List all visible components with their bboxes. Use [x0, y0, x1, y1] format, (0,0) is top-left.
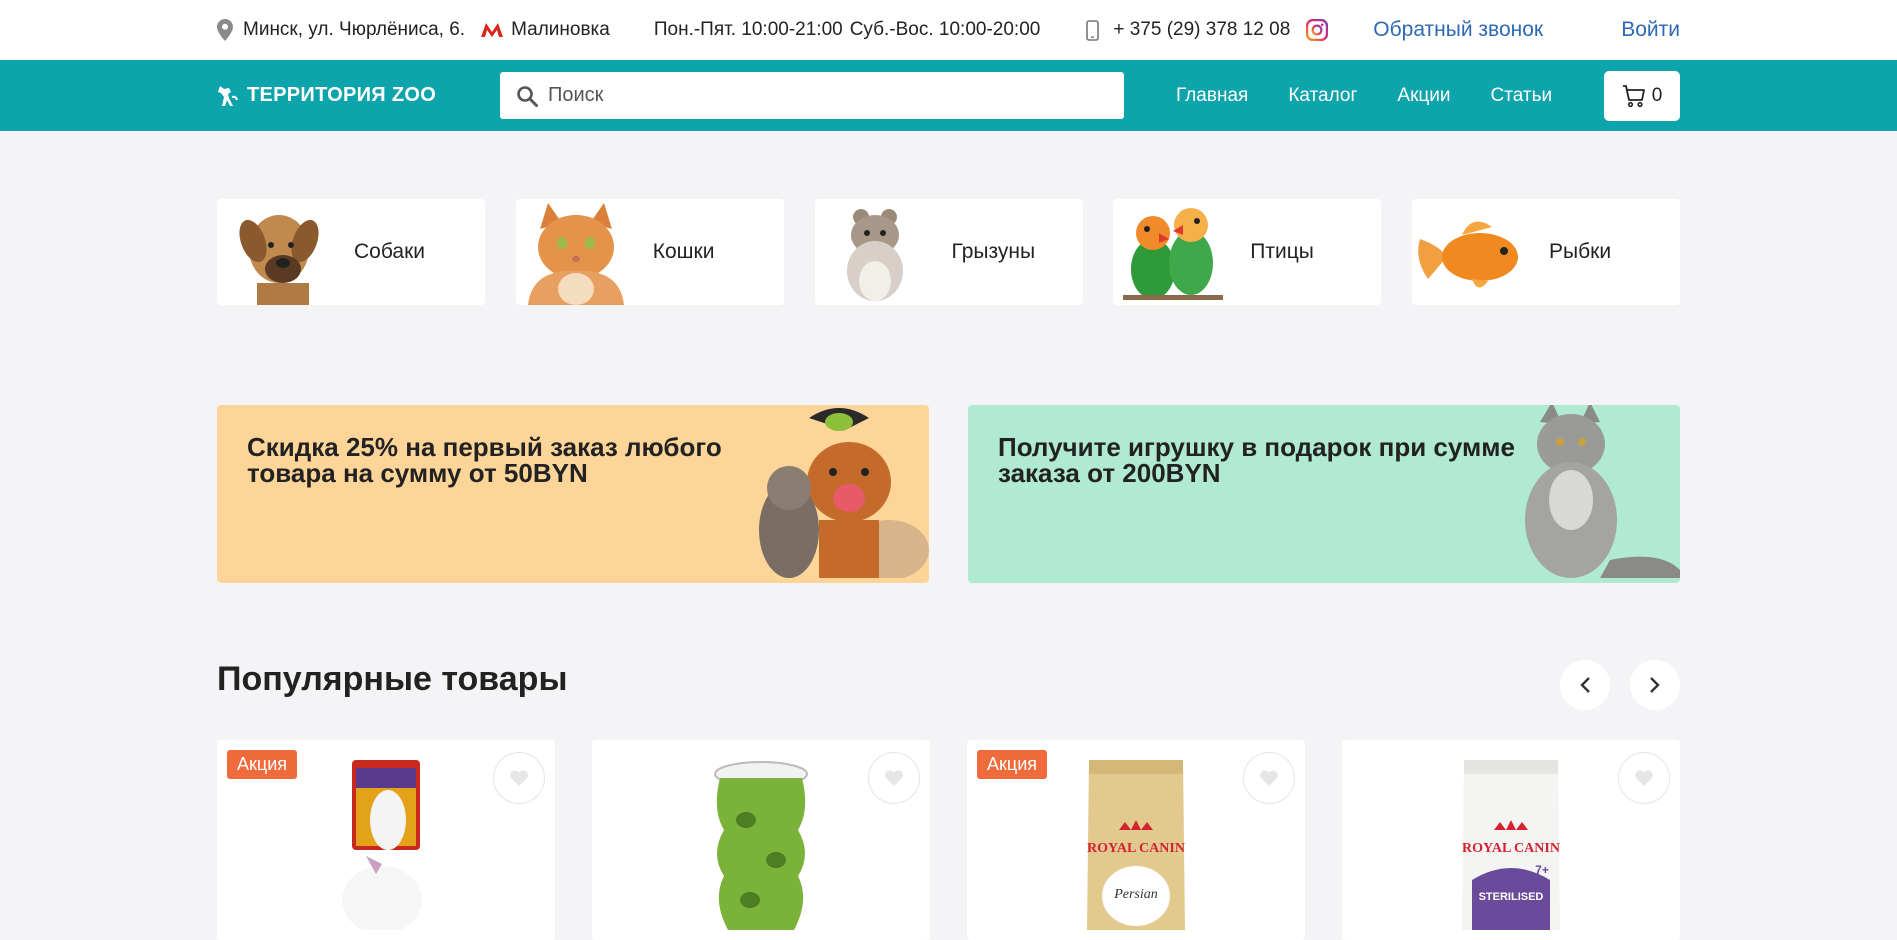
heart-icon	[884, 769, 904, 787]
cart-count: 0	[1651, 84, 1663, 106]
login-link[interactable]: Войти	[1621, 18, 1680, 42]
popular-title: Популярные товары	[217, 660, 568, 698]
goldfish-image	[1412, 199, 1532, 305]
working-hours: Пон.-Пят. 10:00-21:00 Суб.-Вос. 10:00-20…	[654, 19, 1040, 41]
category-label: Кошки	[652, 240, 715, 263]
product-list: Акция ROYAL CANIN Persian Акция ROYAL CA…	[217, 740, 1680, 940]
nav-catalog[interactable]: Каталог	[1288, 85, 1357, 107]
category-label: Грызуны	[951, 240, 1036, 263]
category-label: Птицы	[1250, 240, 1314, 263]
sale-badge: Акция	[977, 750, 1047, 779]
hamster-image	[815, 199, 935, 305]
phone[interactable]: + 375 (29) 378 12 08	[1086, 19, 1290, 41]
metro-text: Малиновка	[511, 19, 610, 40]
carousel-prev-button[interactable]	[1560, 660, 1610, 710]
address-text: Минск, ул. Чюрлёниса, 6.	[243, 19, 466, 40]
search-box[interactable]	[500, 72, 1124, 119]
phone-number[interactable]: + 375 (29) 378 12 08	[1113, 19, 1290, 41]
dog-image	[217, 199, 337, 305]
chevron-left-icon	[1579, 676, 1591, 694]
grey-cat-image	[1500, 405, 1680, 583]
favorite-button[interactable]	[1243, 752, 1295, 804]
logo-text: ТЕРРИТОРИЯ ZOO	[247, 84, 437, 106]
heart-icon	[1259, 769, 1279, 787]
promo-discount[interactable]: Скидка 25% на первый заказ любого товара…	[217, 405, 929, 583]
product-card[interactable]: Акция	[217, 740, 555, 940]
product-card[interactable]	[592, 740, 930, 940]
top-bar: Минск, ул. Чюрлёниса, 6. Малиновка Пон.-…	[0, 0, 1897, 60]
category-list: Собаки Кошки Грызуны Птицы Рыбки	[217, 199, 1680, 305]
address: Минск, ул. Чюрлёниса, 6.	[217, 19, 465, 41]
nav-articles[interactable]: Статьи	[1491, 85, 1553, 107]
cart-button[interactable]: 0	[1604, 70, 1680, 121]
promo-gift-text: Получите игрушку в подарок при сумме зак…	[998, 432, 1515, 488]
category-dogs[interactable]: Собаки	[217, 199, 485, 305]
brand-label: ROYAL CANIN	[1462, 841, 1560, 856]
product-label: Persian	[1113, 887, 1158, 902]
cart-icon	[1622, 84, 1646, 108]
heart-icon	[509, 769, 529, 787]
brand-label: ROYAL CANIN	[1087, 841, 1185, 856]
carousel-next-button[interactable]	[1630, 660, 1680, 710]
instagram-icon[interactable]	[1306, 19, 1329, 41]
heart-icon	[1634, 769, 1654, 787]
promo-banners: Скидка 25% на первый заказ любого товара…	[217, 405, 1680, 583]
category-label: Собаки	[354, 240, 425, 263]
promo-discount-text: Скидка 25% на первый заказ любого товара…	[247, 432, 722, 488]
main-nav: Главная Каталог Акции Статьи	[1176, 85, 1592, 107]
hours-weekend: Суб.-Вос. 10:00-20:00	[849, 19, 1041, 40]
favorite-button[interactable]	[1618, 752, 1670, 804]
search-input[interactable]	[548, 84, 1108, 107]
product-card[interactable]: ROYAL CANIN Persian Акция	[967, 740, 1305, 940]
search-icon	[516, 85, 538, 107]
main-header: ТЕРРИТОРИЯ ZOO Главная Каталог Акции Ста…	[0, 60, 1897, 131]
category-rodents[interactable]: Грызуны	[814, 199, 1083, 305]
nav-promotions[interactable]: Акции	[1397, 85, 1450, 107]
chevron-right-icon	[1649, 676, 1661, 694]
favorite-button[interactable]	[493, 752, 545, 804]
location-pin-icon	[217, 19, 233, 41]
metro-icon	[481, 22, 504, 38]
parrots-image	[1113, 199, 1233, 305]
product-card[interactable]: ROYAL CANIN STERILISED 7+	[1342, 740, 1680, 940]
product-label: STERILISED	[1479, 891, 1544, 903]
dog-logo-icon	[217, 84, 239, 108]
metro: Малиновка	[481, 19, 610, 41]
category-fish[interactable]: Рыбки	[1412, 199, 1680, 305]
promo-gift[interactable]: Получите игрушку в подарок при сумме зак…	[968, 405, 1680, 583]
hours-weekdays: Пон.-Пят. 10:00-21:00	[653, 19, 843, 40]
svg-text:7+: 7+	[1535, 863, 1549, 877]
pets-group-image	[749, 405, 929, 583]
favorite-button[interactable]	[868, 752, 920, 804]
cat-image	[516, 199, 636, 305]
category-label: Рыбки	[1549, 240, 1612, 263]
nav-home[interactable]: Главная	[1176, 85, 1248, 107]
logo[interactable]: ТЕРРИТОРИЯ ZOO	[217, 84, 500, 108]
category-birds[interactable]: Птицы	[1113, 199, 1382, 305]
category-cats[interactable]: Кошки	[515, 199, 784, 305]
phone-icon	[1086, 19, 1100, 41]
sale-badge: Акция	[227, 750, 297, 779]
callback-link[interactable]: Обратный звонок	[1373, 18, 1543, 42]
